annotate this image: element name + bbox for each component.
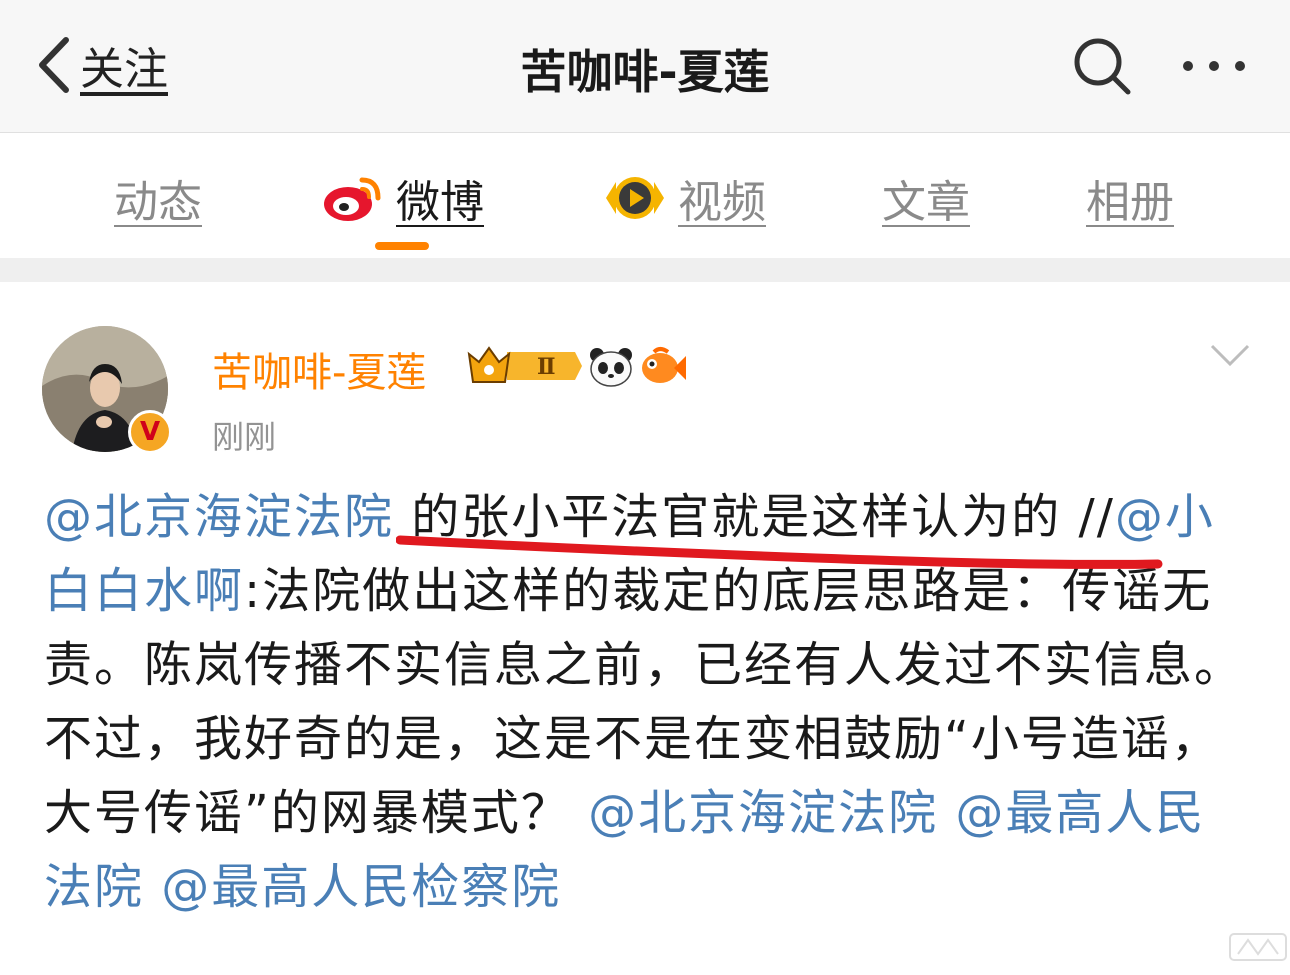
tab-label: 文章 — [882, 177, 970, 228]
post-text: @北京海淀法院 的张小平法官就是这样认为的 //@小白白水啊:法院做出这样的裁定… — [44, 480, 1254, 924]
vip-crown-icon: Ⅱ — [467, 346, 582, 383]
tab-weibo[interactable]: 微博 — [322, 163, 484, 233]
tab-label: 动态 — [114, 177, 202, 228]
mention-link[interactable]: @北京海淀法院 — [44, 489, 394, 545]
weibo-post: V 苦咖啡-夏莲 Ⅱ 刚刚 @北京海淀法院 的张小平法官就是这样认为的 //@小… — [0, 282, 1290, 975]
mention-link[interactable]: @北京海淀法院 — [588, 785, 938, 841]
tab-articles[interactable]: 文章 — [882, 163, 970, 233]
tab-label: 微博 — [396, 177, 484, 228]
verified-badge-icon: V — [128, 410, 172, 454]
post-text-segment: 的张小平法官就是这样认为的 — [394, 489, 1079, 545]
mention-link[interactable]: @最高人民检察院 — [161, 859, 561, 915]
tab-album[interactable]: 相册 — [1086, 163, 1174, 233]
panda-icon — [590, 348, 632, 387]
profile-tabs: 动态 微博 视频 文章 相册 — [0, 133, 1290, 258]
post-time: 刚刚 — [212, 418, 277, 456]
top-nav-bar: 关注 苦咖啡-夏莲 — [0, 0, 1290, 133]
active-tab-indicator — [375, 242, 429, 250]
repost-separator: // — [1078, 489, 1115, 545]
author-name[interactable]: 苦咖啡-夏莲 — [212, 340, 426, 398]
more-options-icon[interactable] — [1178, 48, 1250, 84]
weibo-logo-icon — [324, 177, 381, 221]
search-icon[interactable] — [1070, 34, 1134, 98]
section-divider — [0, 258, 1290, 282]
goldfish-icon — [642, 347, 686, 383]
video-play-icon — [606, 177, 664, 219]
chevron-down-icon[interactable] — [1208, 340, 1252, 370]
watermark-logo — [1229, 933, 1287, 961]
tab-dynamic[interactable]: 动态 — [114, 163, 202, 233]
tab-video[interactable]: 视频 — [604, 163, 766, 233]
vip-level: Ⅱ — [537, 354, 556, 380]
tab-label: 相册 — [1086, 177, 1174, 228]
tab-label: 视频 — [678, 177, 766, 228]
